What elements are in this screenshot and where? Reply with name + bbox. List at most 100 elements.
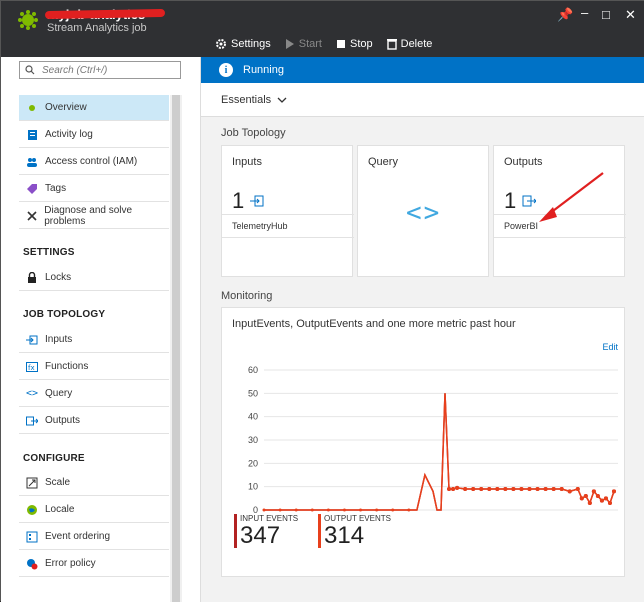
- people-icon: [25, 155, 39, 169]
- error-icon: [25, 557, 39, 571]
- y-tick-label: 10: [248, 482, 258, 492]
- search-box[interactable]: [19, 61, 181, 79]
- sidebar-item-inputs[interactable]: Inputs: [19, 327, 169, 353]
- output-events-point: [575, 487, 580, 491]
- input-item-row[interactable]: TelemetryHub: [222, 214, 354, 238]
- output-events-point: [567, 489, 572, 494]
- settings-button[interactable]: Settings: [215, 38, 271, 50]
- start-label: Start: [298, 38, 322, 50]
- sidebar-item-error-policy[interactable]: Error policy: [19, 551, 169, 577]
- start-button[interactable]: Start: [285, 38, 322, 50]
- output-events-point: [503, 487, 508, 491]
- sidebar-item-event-ordering[interactable]: Event ordering: [19, 524, 169, 550]
- title-redaction-mark: [44, 8, 166, 20]
- delete-button[interactable]: Delete: [386, 38, 432, 50]
- sidebar-item-label: Diagnose and solve problems: [44, 204, 133, 227]
- overview-icon: [25, 101, 39, 115]
- output-events-point: [583, 494, 588, 498]
- sidebar-item-label: Outputs: [45, 415, 81, 426]
- job-topology-label: Job Topology: [221, 127, 286, 139]
- app-window: myjob-analytics Stream Analytics job 📌 –…: [0, 0, 644, 602]
- status-text: Running: [243, 64, 284, 76]
- scale-icon: [25, 476, 39, 490]
- minimize-icon[interactable]: –: [581, 5, 588, 20]
- sidebar-item-query[interactable]: <> Query: [19, 381, 169, 407]
- output-events-point: [579, 496, 584, 501]
- inputs-tile-title: Inputs: [232, 156, 262, 168]
- sidebar-item-outputs[interactable]: Outputs: [19, 408, 169, 434]
- input-events-color-bar: [234, 514, 237, 548]
- sidebar-item-activity-log[interactable]: Activity log: [19, 122, 169, 148]
- inputs-tile[interactable]: Inputs 1 TelemetryHub: [221, 145, 354, 277]
- sidebar-item-access-control[interactable]: Access control (IAM): [19, 149, 169, 175]
- log-icon: [25, 128, 39, 142]
- close-icon[interactable]: ✕: [625, 7, 636, 23]
- output-events-point: [278, 508, 282, 512]
- search-input[interactable]: [42, 64, 176, 77]
- input-icon: [25, 333, 39, 347]
- output-events-point: [391, 508, 395, 512]
- sidebar-scrollbar-thumb[interactable]: [172, 95, 180, 602]
- title-bar: myjob-analytics Stream Analytics job 📌 –…: [1, 1, 644, 57]
- sidebar-item-functions[interactable]: fx Functions: [19, 354, 169, 380]
- settings-section-header: SETTINGS: [23, 247, 75, 258]
- query-tile-title: Query: [368, 156, 398, 168]
- essentials-label: Essentials: [221, 93, 272, 106]
- essentials-toggle[interactable]: Essentials: [201, 83, 644, 117]
- stop-button[interactable]: Stop: [336, 38, 373, 50]
- svg-text:fx: fx: [28, 364, 35, 372]
- gear-icon: [216, 39, 226, 49]
- main-content: i Running Essentials Job Topology Inputs…: [201, 57, 644, 602]
- sidebar-item-locale[interactable]: Locale: [19, 497, 169, 523]
- sidebar-item-label: Tags: [45, 183, 67, 194]
- inputs-count: 1: [232, 188, 264, 214]
- sidebar-item-label: Error policy: [45, 558, 96, 569]
- info-icon: i: [219, 63, 233, 77]
- output-events-point: [262, 508, 266, 512]
- input-item-name: TelemetryHub: [232, 221, 288, 231]
- output-events-point: [551, 487, 556, 491]
- tag-icon: [25, 182, 39, 196]
- status-banner: i Running: [201, 57, 644, 83]
- sidebar-item-scale[interactable]: Scale: [19, 470, 169, 496]
- monitoring-label: Monitoring: [221, 290, 273, 302]
- output-events-point: [487, 487, 492, 491]
- y-tick-label: 30: [248, 435, 258, 445]
- pin-icon[interactable]: 📌: [557, 7, 573, 23]
- y-tick-label: 60: [248, 365, 258, 375]
- sidebar-item-label: Functions: [45, 361, 89, 372]
- output-events-point: [607, 501, 612, 505]
- sidebar-item-diagnose[interactable]: Diagnose and solve problems: [19, 203, 169, 229]
- function-icon: fx: [25, 360, 39, 374]
- maximize-icon[interactable]: □: [602, 7, 610, 22]
- monitoring-chart: 605040302010012 PM12:15 PM12:30 PM12:45 …: [248, 365, 618, 515]
- input-icon: [250, 195, 264, 207]
- output-events-point: [535, 487, 540, 491]
- output-events-color-bar: [318, 514, 321, 548]
- output-events-point: [595, 494, 600, 498]
- code-icon: <>: [25, 388, 39, 399]
- sidebar-item-locks[interactable]: Locks: [19, 265, 169, 291]
- output-events-point: [471, 487, 476, 491]
- job-subtitle: Stream Analytics job: [47, 22, 147, 34]
- output-events-point: [603, 496, 608, 501]
- y-tick-label: 20: [248, 458, 258, 468]
- sidebar-item-label: Scale: [45, 477, 71, 488]
- sidebar-item-label: Access control (IAM): [45, 156, 138, 167]
- toolbar: Settings Start Stop Delete: [215, 35, 432, 53]
- sidebar-item-tags[interactable]: Tags: [19, 176, 169, 202]
- stop-label: Stop: [349, 38, 373, 50]
- job-topology-section-header: JOB TOPOLOGY: [23, 309, 106, 320]
- output-icon: [25, 414, 39, 428]
- y-tick-label: 40: [248, 412, 258, 422]
- lock-icon: [25, 271, 39, 285]
- sidebar-item-overview[interactable]: Overview: [19, 95, 169, 121]
- monitoring-tile[interactable]: InputEvents, OutputEvents and one more m…: [221, 307, 625, 577]
- input-events-value: 347: [240, 522, 281, 549]
- inputs-count-value: 1: [232, 188, 245, 213]
- output-events-point: [342, 508, 346, 512]
- output-events-point: [359, 508, 363, 512]
- output-events-point: [587, 501, 592, 505]
- annotation-arrow: [539, 172, 604, 222]
- query-tile[interactable]: Query <>: [357, 145, 489, 277]
